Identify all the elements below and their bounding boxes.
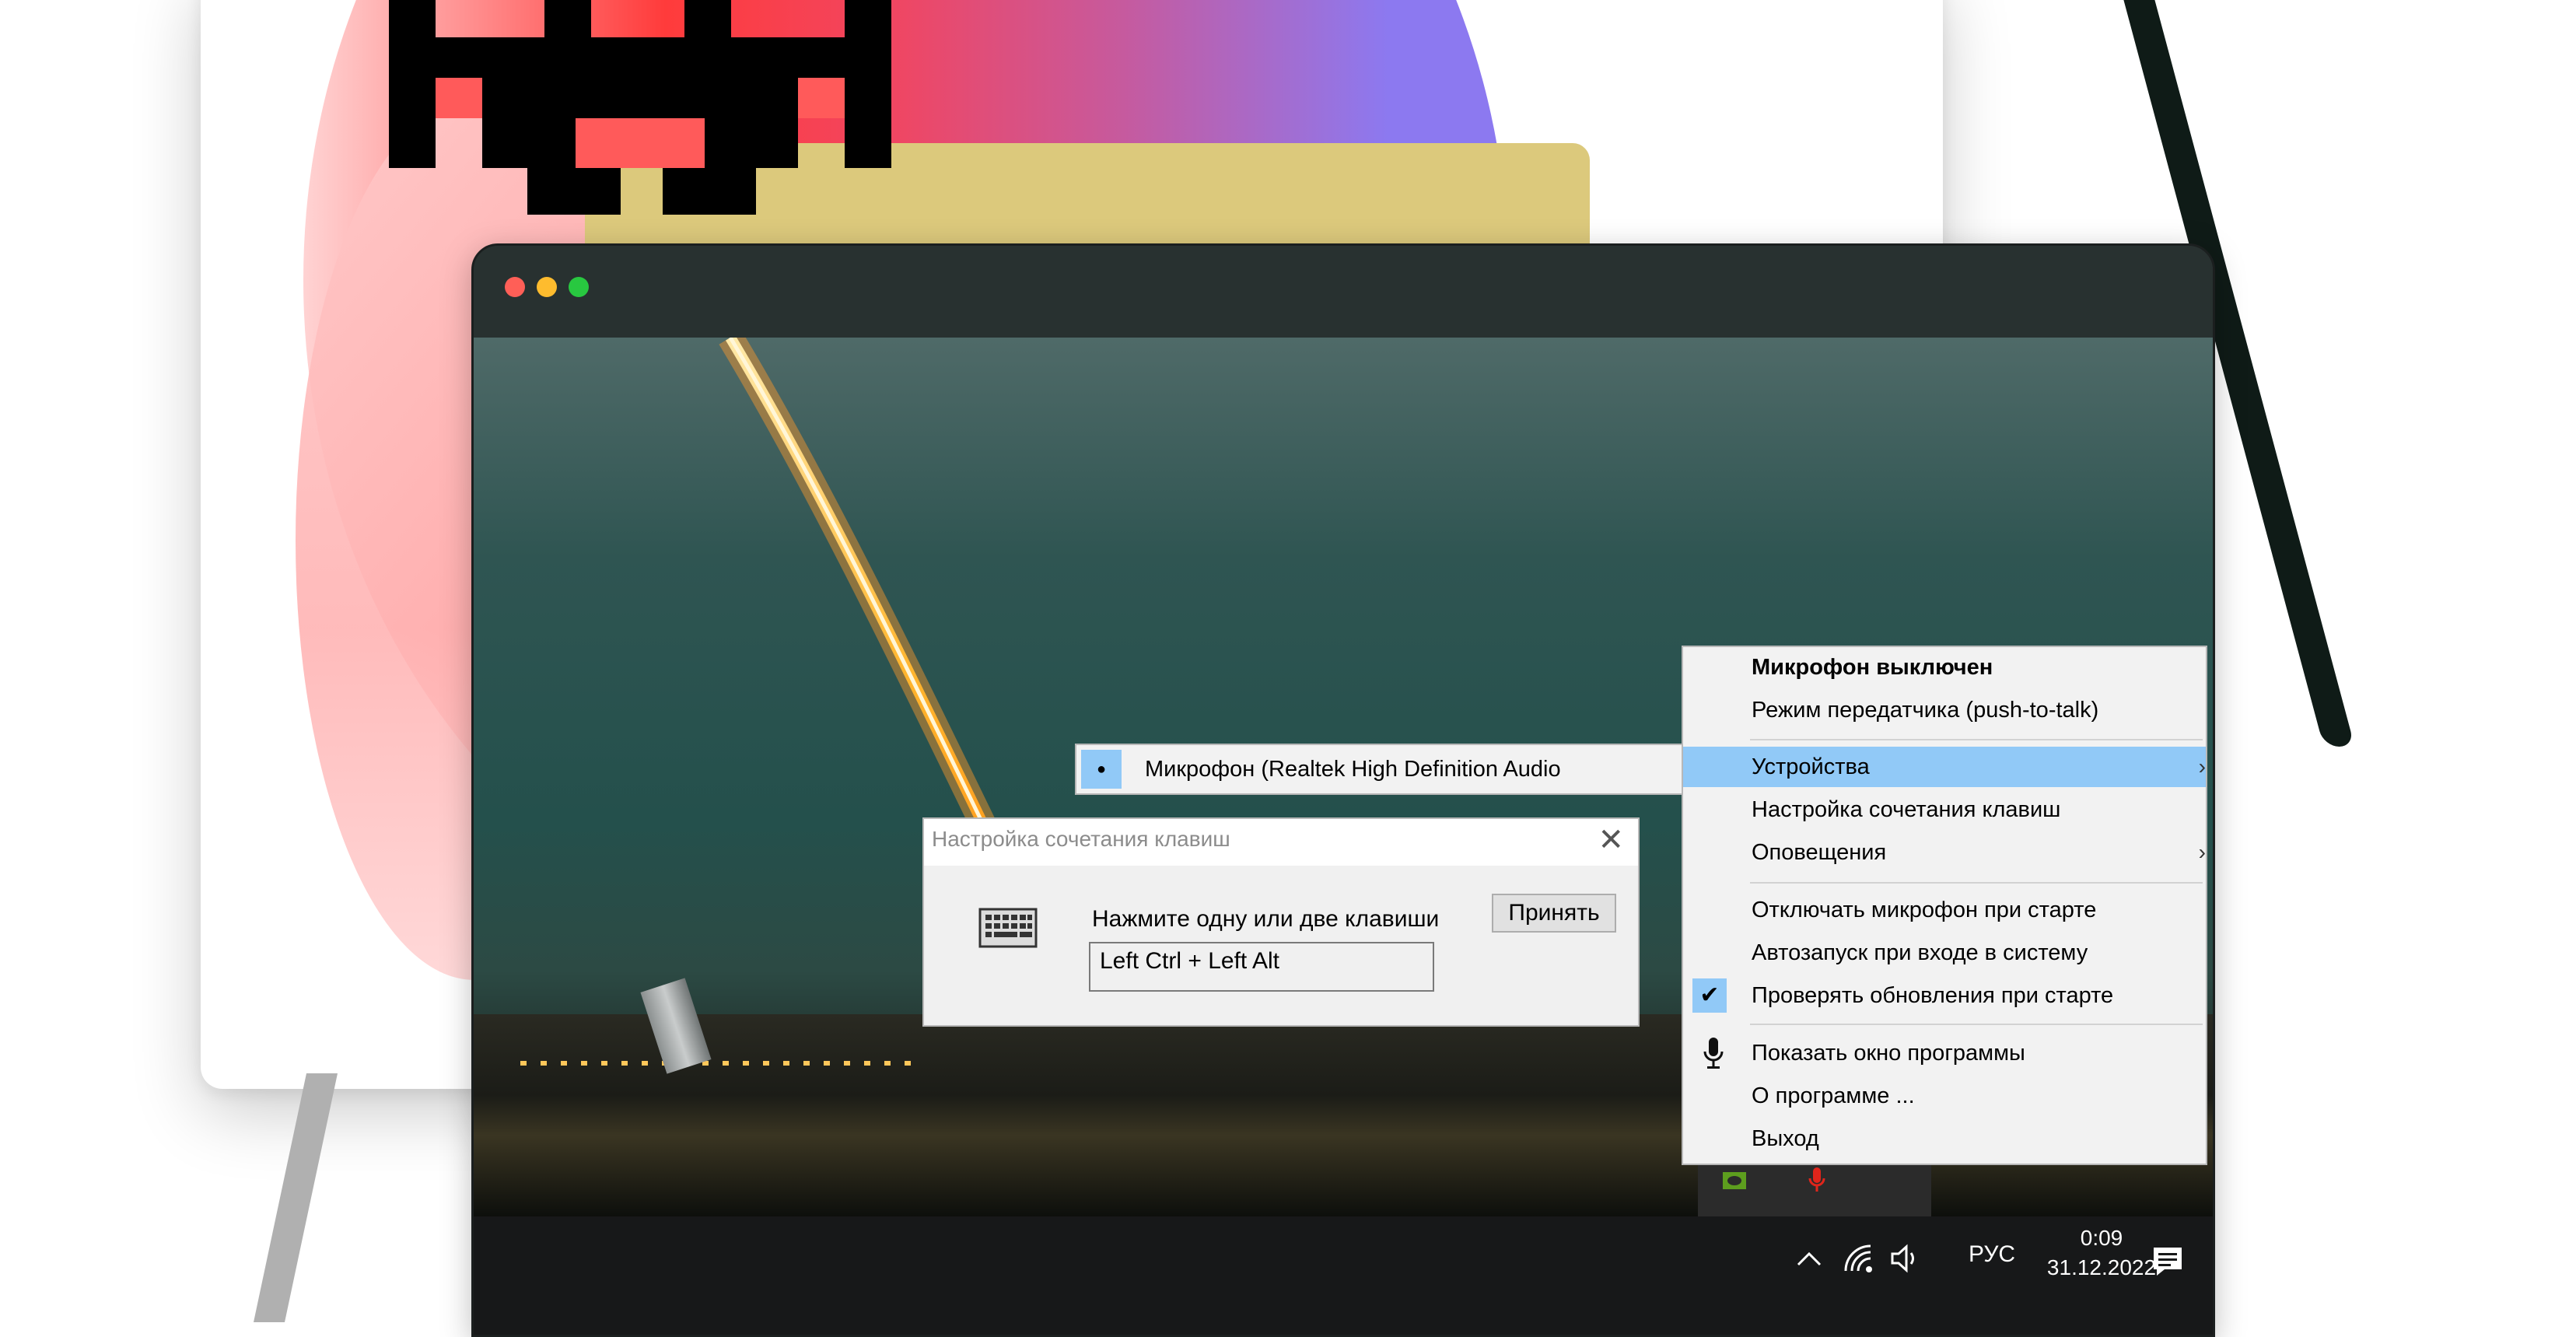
submenu-item-realtek-microphone[interactable]: Микрофон (Realtek High Definition Audio [1145, 745, 1561, 793]
menu-item-push-to-talk[interactable]: Режим передатчика (push-to-talk) [1683, 690, 2206, 730]
menu-item-notifications[interactable]: Оповещения › [1683, 832, 2206, 873]
selected-bullet-icon: ● [1081, 750, 1122, 789]
pixel-invader-icon [389, 0, 891, 215]
network-icon[interactable] [1843, 1243, 1875, 1274]
background-stand-left [253, 1073, 338, 1322]
hotkey-dialog: Настройка сочетания клавиш ✕ Нажмите одн… [922, 817, 1640, 1027]
dialog-title: Настройка сочетания клавиш [932, 827, 1230, 851]
nvidia-icon[interactable] [1721, 1169, 1748, 1192]
clock-date[interactable]: 31.12.2022 [2043, 1255, 2160, 1280]
microphone-muted-icon[interactable] [1807, 1166, 1827, 1194]
taskbar: РУС 0:09 31.12.2022 [474, 1216, 2213, 1335]
window-titlebar[interactable] [474, 246, 2213, 338]
menu-item-hotkey-settings[interactable]: Настройка сочетания клавиш [1683, 789, 2206, 830]
menu-item-about[interactable]: О программе ... [1683, 1076, 2206, 1116]
devices-submenu: ● Микрофон (Realtek High Definition Audi… [1075, 744, 1686, 795]
tray-context-menu: Микрофон выключен Режим передатчика (pus… [1682, 646, 2207, 1165]
menu-separator [1750, 739, 2203, 740]
maximize-window-button[interactable] [569, 277, 589, 297]
keyboard-icon [978, 908, 1038, 948]
menu-item-mute-on-start[interactable]: Отключать микрофон при старте [1683, 890, 2206, 930]
menu-item-show-window[interactable]: Показать окно программы [1683, 1033, 2206, 1073]
hotkey-input[interactable]: Left Ctrl + Left Alt [1089, 942, 1434, 992]
accept-button[interactable]: Принять [1492, 894, 1616, 933]
menu-separator [1750, 882, 2203, 884]
menu-item-exit[interactable]: Выход [1683, 1118, 2206, 1159]
menu-item-check-updates[interactable]: Проверять обновления при старте [1683, 975, 2206, 1016]
chevron-up-icon[interactable] [1796, 1249, 1822, 1268]
volume-icon[interactable] [1889, 1243, 1923, 1274]
menu-item-devices[interactable]: Устройства › [1683, 747, 2206, 787]
menu-item-notifications-label: Оповещения [1752, 840, 1887, 865]
menu-item-autostart[interactable]: Автозапуск при входе в систему [1683, 933, 2206, 973]
menu-separator [1750, 1024, 2203, 1025]
clock-time[interactable]: 0:09 [2043, 1226, 2160, 1251]
menu-item-status[interactable]: Микрофон выключен [1683, 647, 2206, 688]
dialog-prompt: Нажмите одну или две клавиши [1092, 906, 1440, 932]
notification-icon[interactable] [2151, 1244, 2185, 1279]
tray-overflow-popup [1698, 1160, 1931, 1216]
minimize-window-button[interactable] [537, 277, 557, 297]
menu-item-devices-label: Устройства [1752, 754, 1870, 779]
submenu-arrow-icon: › [2198, 840, 2206, 864]
submenu-arrow-icon: › [2198, 754, 2206, 779]
language-indicator[interactable]: РУС [1969, 1241, 2015, 1268]
dialog-close-button[interactable]: ✕ [1598, 822, 1624, 858]
close-window-button[interactable] [505, 277, 525, 297]
